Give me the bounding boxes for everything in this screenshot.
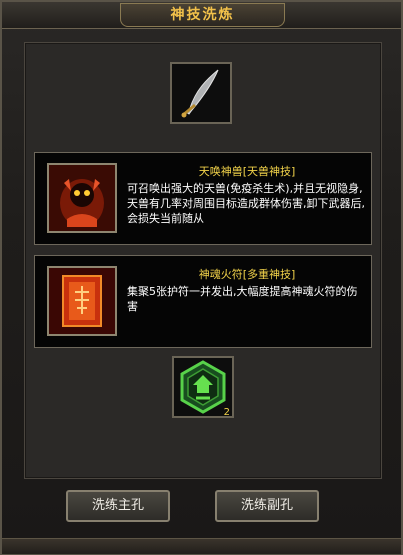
rune-count: 2: [223, 407, 230, 418]
skill-entry-shenhun[interactable]: 神魂火符[多重神技] 集聚5张护符一并发出,大幅度提高神魂火符的伤害: [34, 255, 372, 348]
skill-refine-window: 神技洗炼 天唤神兽[天兽神技] 可召唤出强大的天兽(免疫杀生术),并且无视隐身,…: [0, 0, 403, 555]
skill-description: 集聚5张护符一并发出,大幅度提高神魂火符的伤害: [127, 285, 358, 313]
weapon-slot[interactable]: [170, 62, 232, 124]
wash-sub-slot-button[interactable]: 洗练副孔: [215, 490, 319, 522]
skill-entry-tianhuan[interactable]: 天唤神兽[天兽神技] 可召唤出强大的天兽(免疫杀生术),并且无视隐身,天兽有几率…: [34, 152, 372, 245]
beast-skill-icon: [47, 163, 117, 233]
wash-main-slot-button[interactable]: 洗练主孔: [66, 490, 170, 522]
rune-slot[interactable]: 2: [172, 356, 234, 418]
skill-name: 天唤神兽[天兽神技]: [198, 165, 296, 178]
skill-name: 神魂火符[多重神技]: [198, 268, 296, 281]
title-bar[interactable]: 神技洗炼: [2, 2, 401, 29]
window-title: 神技洗炼: [120, 3, 285, 27]
talisman-skill-icon: [47, 266, 117, 336]
bottom-border: [2, 538, 401, 554]
skill-description: 可召唤出强大的天兽(免疫杀生术),并且无视隐身,天兽有几率对周围目标造成群体伤害…: [127, 182, 365, 225]
sword-icon: [181, 69, 219, 118]
